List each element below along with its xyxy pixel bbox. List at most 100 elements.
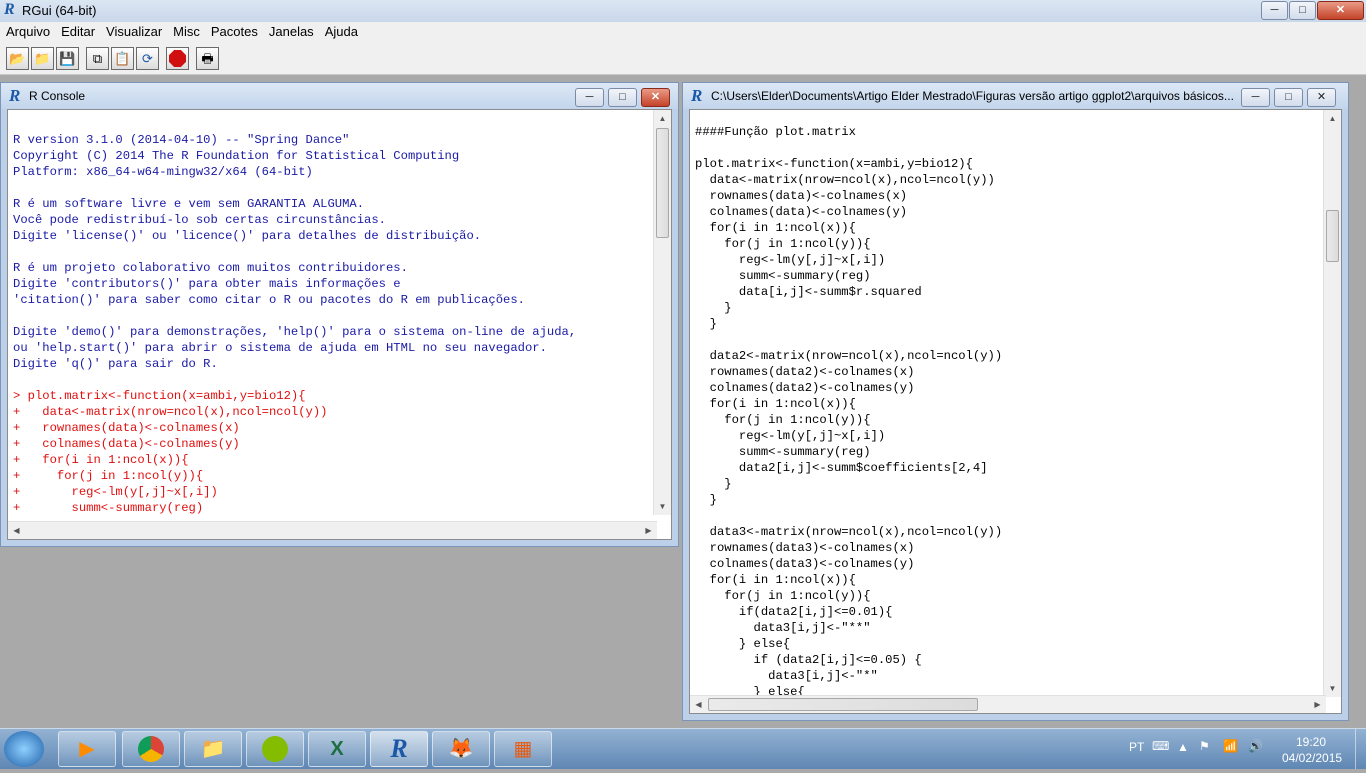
excel-icon[interactable]: X [308,731,366,767]
scroll-right-icon[interactable]: ▶ [1309,696,1326,713]
console-horizontal-scrollbar[interactable]: ◀ ▶ [8,521,657,539]
app-icon[interactable]: ▦ [494,731,552,767]
stop-button[interactable] [166,47,189,70]
code-line: data2<-matrix(nrow=ncol(x),ncol=ncol(y)) [695,349,1003,363]
refresh-icon: ⟳ [142,51,153,66]
console-line: R é um software livre e vem sem GARANTIA… [13,197,365,211]
clock-date[interactable]: 04/02/2015 [1282,751,1342,765]
scroll-thumb[interactable] [708,698,978,711]
editor-minimize-button[interactable]: ─ [1241,88,1270,107]
code-line: for(j in 1:ncol(y)){ [695,237,871,251]
load-workspace-button[interactable]: 📁 [31,47,54,70]
show-desktop-button[interactable] [1355,729,1366,769]
code-line: for(i in 1:ncol(x)){ [695,397,856,411]
copy-button[interactable]: ⧉ [86,47,109,70]
r-logo-icon: R [9,86,21,105]
file-explorer-icon[interactable]: 📁 [184,731,242,767]
console-line: R version 3.1.0 (2014-04-10) -- "Spring … [13,133,350,147]
code-line: } else{ [695,637,791,651]
code-line: rownames(data3)<-colnames(x) [695,541,915,555]
keyboard-icon[interactable]: ⌨ [1152,739,1169,753]
media-player-icon[interactable]: ▶ [58,731,116,767]
network-icon[interactable]: 📶 [1223,739,1238,753]
menu-janelas[interactable]: Janelas [263,22,319,39]
scroll-left-icon[interactable]: ◀ [690,696,707,713]
console-line: Digite 'demo()' para demonstrações, 'hel… [13,325,577,339]
code-line: summ<-summary(reg) [695,445,871,459]
console-line: > plot.matrix<-function(x=ambi,y=bio12){ [13,389,306,403]
editor-close-button[interactable]: ✕ [1307,88,1336,107]
scroll-up-icon[interactable]: ▲ [1324,110,1341,127]
save-button[interactable]: 💾 [56,47,79,70]
restore-button[interactable]: □ [1289,1,1316,20]
open-script-button[interactable]: 📂 [6,47,29,70]
clock-time[interactable]: 19:20 [1296,735,1326,749]
console-line: + for(i in 1:ncol(x)){ [13,453,189,467]
console-line: + reg<-lm(y[,j]~x[,i]) [13,485,218,499]
scroll-right-icon[interactable]: ▶ [640,522,657,539]
r-icon[interactable]: R [370,731,428,767]
paste-button[interactable]: 📋 [111,47,134,70]
show-hidden-icons-icon[interactable]: ▲ [1177,740,1189,754]
scroll-down-icon[interactable]: ▼ [1324,680,1341,697]
code-line: reg<-lm(y[,j]~x[,i]) [695,429,886,443]
menu-pacotes[interactable]: Pacotes [205,22,263,39]
console-text: R version 3.1.0 (2014-04-10) -- "Spring … [13,116,576,516]
menu-ajuda[interactable]: Ajuda [319,22,363,39]
code-line: for(i in 1:ncol(x)){ [695,221,856,235]
code-line: data2[i,j]<-summ$coefficients[2,4] [695,461,988,475]
code-line: if (data2[i,j]<=0.05) { [695,653,922,667]
console-title-bar: R R Console ─ □ ✕ [1,83,678,109]
chrome-icon[interactable] [122,731,180,767]
console-line: Platform: x86_64-w64-mingw32/x64 (64-bit… [13,165,313,179]
console-output[interactable]: R version 3.1.0 (2014-04-10) -- "Spring … [7,109,672,540]
console-line: + for(j in 1:ncol(y)){ [13,469,204,483]
scroll-left-icon[interactable]: ◀ [8,522,25,539]
editor-restore-button[interactable]: □ [1274,88,1303,107]
editor-vertical-scrollbar[interactable]: ▲ ▼ [1323,110,1341,697]
editor-title: C:\Users\Elder\Documents\Artigo Elder Me… [711,89,1235,103]
volume-icon[interactable]: 🔊 [1248,739,1263,753]
console-line: Digite 'q()' para sair do R. [13,357,218,371]
spotify-icon[interactable] [246,731,304,767]
scroll-up-icon[interactable]: ▲ [654,110,671,127]
editor-title-bar: R C:\Users\Elder\Documents\Artigo Elder … [683,83,1348,109]
scroll-thumb[interactable] [1326,210,1339,262]
code-line: colnames(data)<-colnames(y) [695,205,908,219]
menu-visualizar[interactable]: Visualizar [100,22,167,39]
script-editor-window: R C:\Users\Elder\Documents\Artigo Elder … [682,82,1349,721]
code-line: for(j in 1:ncol(y)){ [695,589,871,603]
gimp-icon[interactable]: 🦊 [432,731,490,767]
editor-text-area[interactable]: ####Função plot.matrix plot.matrix<-funct… [689,109,1342,714]
code-line: plot.matrix<-function(x=ambi,y=bio12){ [695,157,973,171]
console-line: ou 'help.start()' para abrir o sistema d… [13,341,547,355]
code-line: colnames(data2)<-colnames(y) [695,381,915,395]
action-center-icon[interactable]: ⚑ [1199,739,1210,753]
code-line: for(i in 1:ncol(x)){ [695,573,856,587]
console-restore-button[interactable]: □ [608,88,637,107]
console-vertical-scrollbar[interactable]: ▲ ▼ [653,110,671,515]
console-close-button[interactable]: ✕ [641,88,670,107]
menu-arquivo[interactable]: Arquivo [0,22,55,39]
refresh-button[interactable]: ⟳ [136,47,159,70]
console-line: + data<-matrix(nrow=ncol(x),ncol=ncol(y)… [13,405,328,419]
close-button[interactable]: ✕ [1317,1,1364,20]
minimize-button[interactable]: ─ [1261,1,1288,20]
menu-editar[interactable]: Editar [55,22,100,39]
print-button[interactable]: 🖶 [196,47,219,70]
scroll-down-icon[interactable]: ▼ [654,498,671,515]
menu-misc[interactable]: Misc [167,22,205,39]
code-line: data3[i,j]<-"*" [695,669,878,683]
console-minimize-button[interactable]: ─ [575,88,604,107]
language-indicator[interactable]: PT [1129,740,1144,754]
windows-start-icon[interactable] [4,731,44,767]
scroll-thumb[interactable] [656,128,669,238]
print-icon: 🖶 [201,51,214,66]
editor-horizontal-scrollbar[interactable]: ◀ ▶ [690,695,1326,713]
